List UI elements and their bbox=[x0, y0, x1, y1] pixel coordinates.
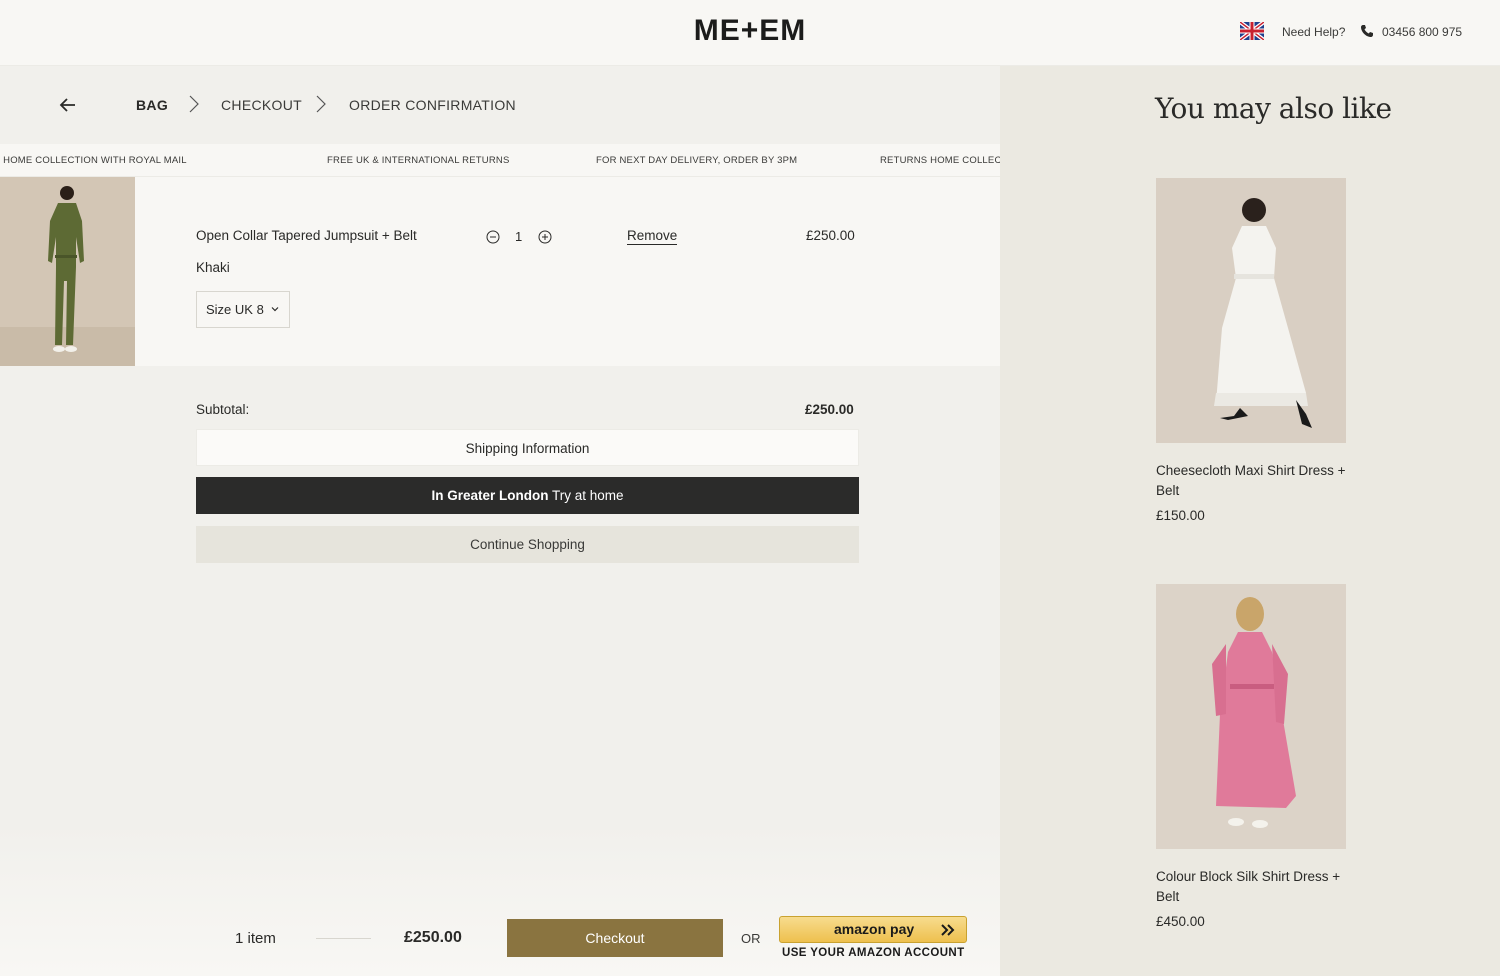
breadcrumb: BAG CHECKOUT ORDER CONFIRMATION bbox=[0, 66, 1000, 144]
ticker-item: RETURNS HOME COLLECTION WITH ROYAL MAIL bbox=[0, 155, 187, 166]
item-price: £250.00 bbox=[806, 228, 855, 243]
increase-qty-icon[interactable] bbox=[538, 230, 552, 244]
need-help-link[interactable]: Need Help? bbox=[1282, 25, 1345, 39]
phone-icon bbox=[1361, 25, 1373, 37]
footer-total: £250.00 bbox=[404, 929, 462, 946]
item-color: Khaki bbox=[196, 260, 230, 275]
site-header: ME+EM Need Help? 03456 800 975 bbox=[0, 0, 1500, 66]
try-at-home-bold: In Greater London bbox=[431, 488, 549, 503]
rec-product-card[interactable]: Cheesecloth Maxi Shirt Dress + Belt £150… bbox=[1156, 178, 1346, 523]
quantity-value: 1 bbox=[515, 229, 523, 244]
shipping-info-button[interactable]: Shipping Information bbox=[196, 429, 859, 466]
product-image[interactable] bbox=[0, 177, 135, 366]
site-logo[interactable]: ME+EM bbox=[0, 14, 1500, 48]
ticker-item: FOR NEXT DAY DELIVERY, ORDER BY 3PM bbox=[596, 155, 798, 166]
rec-product-name[interactable]: Colour Block Silk Shirt Dress + Belt bbox=[1156, 867, 1346, 907]
subtotal-value: £250.00 bbox=[805, 402, 854, 417]
rec-product-name[interactable]: Cheesecloth Maxi Shirt Dress + Belt bbox=[1156, 461, 1346, 501]
try-at-home-text: Try at home bbox=[552, 488, 624, 503]
crumb-order-confirmation: ORDER CONFIRMATION bbox=[349, 97, 516, 113]
recommendations-title: You may also like bbox=[1155, 92, 1392, 125]
promo-ticker: RETURNS HOME COLLECTION WITH ROYAL MAIL … bbox=[0, 144, 1000, 177]
amazon-pay-button[interactable]: amazon pay bbox=[779, 916, 967, 943]
crumb-bag[interactable]: BAG bbox=[136, 97, 168, 113]
remove-link[interactable]: Remove bbox=[627, 228, 678, 245]
item-count: 1 item bbox=[235, 930, 276, 947]
uk-flag-icon[interactable] bbox=[1240, 22, 1264, 40]
bag-item: Open Collar Tapered Jumpsuit + Belt Khak… bbox=[0, 177, 1000, 366]
ticker-item: RETURNS HOME COLLECTION bbox=[880, 155, 1000, 166]
phone-number[interactable]: 03456 800 975 bbox=[1382, 25, 1462, 39]
checkout-footer: 1 item £250.00 Checkout OR amazon pay US… bbox=[0, 900, 1000, 976]
rec-product-image[interactable] bbox=[1156, 584, 1346, 849]
item-name[interactable]: Open Collar Tapered Jumpsuit + Belt bbox=[196, 228, 417, 243]
continue-shopping-button[interactable]: Continue Shopping bbox=[196, 526, 859, 563]
rec-product-price: £150.00 bbox=[1156, 508, 1205, 523]
divider bbox=[316, 938, 371, 939]
rec-product-card[interactable]: Colour Block Silk Shirt Dress + Belt £45… bbox=[1156, 584, 1346, 929]
rec-product-price: £450.00 bbox=[1156, 914, 1205, 929]
chevron-right-icon bbox=[189, 95, 199, 113]
amazon-pay-subtext: USE YOUR AMAZON ACCOUNT bbox=[782, 947, 965, 959]
double-chevron-icon bbox=[941, 924, 955, 936]
size-select[interactable]: Size UK 8 bbox=[196, 291, 290, 328]
decrease-qty-icon[interactable] bbox=[486, 230, 500, 244]
size-value: Size UK 8 bbox=[206, 302, 264, 317]
ticker-item: FREE UK & INTERNATIONAL RETURNS bbox=[327, 155, 510, 166]
amazon-pay-label: amazon pay bbox=[834, 921, 915, 937]
chevron-down-icon bbox=[271, 307, 279, 312]
crumb-checkout[interactable]: CHECKOUT bbox=[221, 97, 302, 113]
checkout-button[interactable]: Checkout bbox=[507, 919, 723, 957]
subtotal-label: Subtotal: bbox=[196, 402, 250, 417]
or-label: OR bbox=[741, 931, 761, 946]
recommendations-panel: You may also like Cheesecloth Maxi Shirt… bbox=[1000, 66, 1500, 976]
rec-product-image[interactable] bbox=[1156, 178, 1346, 443]
bag-main: BAG CHECKOUT ORDER CONFIRMATION RETURNS … bbox=[0, 66, 1000, 976]
order-summary: Subtotal: £250.00 Shipping Information I… bbox=[0, 366, 1000, 976]
try-at-home-button[interactable]: In Greater London Try at home bbox=[196, 477, 859, 514]
back-arrow-icon[interactable] bbox=[58, 95, 78, 115]
chevron-right-icon bbox=[316, 95, 326, 113]
